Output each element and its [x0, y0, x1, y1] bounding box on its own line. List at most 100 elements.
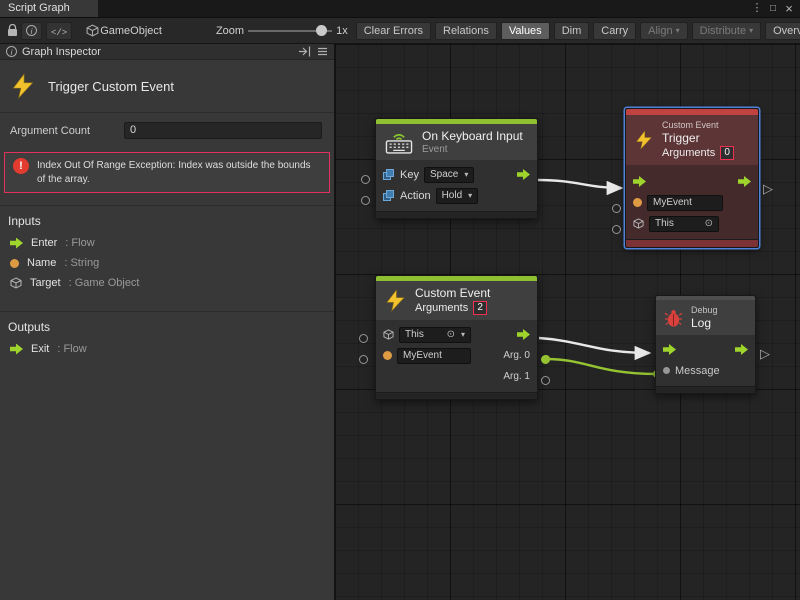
target-dropdown[interactable]: This⊙ [399, 327, 471, 343]
node-on-keyboard-input[interactable]: On Keyboard Input Event Key Space Action… [375, 118, 538, 219]
key-dropdown[interactable]: Space [424, 167, 474, 183]
carry-button[interactable]: Carry [593, 22, 636, 40]
target-row: This⊙ [626, 213, 758, 234]
flow-output-port[interactable] [735, 344, 748, 355]
message-port-icon[interactable] [663, 367, 670, 374]
node-trigger-custom-event[interactable]: Custom Event Trigger Arguments 0 MyEvent [625, 108, 759, 248]
node-kicker: Debug [691, 305, 718, 315]
key-value-port[interactable] [361, 175, 370, 184]
port-row-exit: Exit : Flow [10, 343, 324, 355]
tab-label: Script Graph [8, 2, 70, 14]
align-dropdown[interactable]: Align [640, 22, 687, 40]
zoom-label: Zoom [216, 25, 244, 37]
event-name-field[interactable]: MyEvent [397, 348, 471, 364]
action-label: Action [400, 190, 431, 202]
target-picker-icon[interactable]: ⊙ [447, 328, 455, 342]
node-debug-log[interactable]: Debug Log Message [655, 295, 756, 394]
flow-input-port[interactable] [663, 344, 676, 355]
arguments-count-field[interactable]: 2 [473, 301, 487, 315]
arguments-label: Arguments [662, 147, 715, 159]
port-type: : Game Object [69, 277, 140, 289]
debug-run-indicator[interactable] [760, 347, 770, 360]
bug-icon [664, 308, 683, 328]
flow-output-port[interactable] [738, 176, 751, 187]
inspector-toggle-button[interactable] [21, 22, 42, 40]
arg1-label: Arg. 1 [503, 371, 530, 382]
gameobject-cube-icon [10, 277, 22, 289]
arguments-label: Arguments [415, 302, 468, 314]
inspector-node-title-row: Trigger Custom Event [0, 60, 334, 113]
string-port-icon[interactable] [383, 351, 392, 360]
clear-errors-button[interactable]: Clear Errors [356, 22, 431, 40]
zoom-slider-knob[interactable] [316, 25, 327, 36]
values-button[interactable]: Values [501, 22, 550, 40]
flow-arrow-icon [10, 344, 23, 355]
gameobject-cube-icon[interactable] [383, 329, 394, 340]
port-name: Exit [31, 343, 49, 355]
message-row: Message [656, 360, 755, 381]
argument-count-label: Argument Count [10, 125, 90, 137]
zoom-slider[interactable] [248, 22, 332, 40]
node-footer [656, 386, 755, 393]
action-value-port[interactable] [361, 196, 370, 205]
distribute-dropdown[interactable]: Distribute [692, 22, 761, 40]
keyboard-input-icon [384, 131, 414, 154]
code-view-button[interactable] [46, 22, 72, 40]
argument-count-input[interactable]: 0 [124, 122, 322, 139]
string-port-icon[interactable] [633, 198, 642, 207]
trigger-name-port[interactable] [612, 204, 621, 213]
node-custom-event[interactable]: Custom Event Arguments 2 This⊙ MyEvent [375, 275, 538, 400]
event-name-field[interactable]: MyEvent [647, 195, 723, 211]
error-message-text: Index Out Of Range Exception: Index was … [37, 158, 321, 187]
node-body: This⊙ MyEvent Arg. 0 Arg. 1 [376, 320, 537, 392]
zoom-value: 1x [336, 25, 348, 37]
customevent-target-port[interactable] [359, 334, 368, 343]
dock-icon[interactable] [299, 46, 311, 57]
trigger-target-port[interactable] [612, 225, 621, 234]
relations-button[interactable]: Relations [435, 22, 497, 40]
arg0-output-port[interactable] [541, 355, 550, 364]
string-port-icon [10, 259, 19, 268]
close-icon[interactable] [781, 1, 797, 16]
customevent-name-port[interactable] [359, 355, 368, 364]
flow-row [626, 171, 758, 192]
trigger-output-port[interactable] [517, 169, 530, 180]
target-field[interactable]: This⊙ [649, 216, 719, 232]
arguments-count-field[interactable]: 0 [720, 146, 734, 160]
gameobject-cube-icon[interactable] [633, 218, 644, 229]
code-icon [51, 22, 67, 40]
port-name: Enter [31, 237, 57, 249]
dim-button[interactable]: Dim [554, 22, 590, 40]
node-footer [626, 239, 758, 247]
panel-menu-icon[interactable] [317, 46, 328, 57]
target-picker-icon[interactable]: ⊙ [705, 217, 713, 231]
graph-canvas[interactable]: On Keyboard Input Event Key Space Action… [335, 44, 800, 600]
node-header: Custom Event Trigger Arguments 0 [626, 115, 758, 165]
inspector-header: Graph Inspector [0, 44, 334, 60]
window-menu-icon[interactable] [749, 1, 765, 16]
inputs-header: Inputs [8, 214, 326, 228]
port-row-enter: Enter : Flow [10, 237, 324, 249]
window-controls [749, 0, 800, 17]
action-dropdown[interactable]: Hold [436, 188, 479, 204]
flow-output-port[interactable] [517, 329, 530, 340]
port-name: Name [27, 257, 56, 269]
trigger-run-indicator[interactable] [763, 182, 773, 195]
maximize-icon[interactable] [765, 1, 781, 16]
info-icon [6, 46, 17, 57]
action-type-icon [383, 190, 395, 202]
node-subtitle: Event [422, 144, 523, 155]
node-footer [376, 211, 537, 218]
lock-icon[interactable] [3, 22, 21, 40]
arg1-output-port[interactable] [541, 376, 550, 385]
tab-script-graph[interactable]: Script Graph [0, 0, 98, 17]
flow-input-port[interactable] [633, 176, 646, 187]
gameobject-label[interactable]: GameObject [100, 25, 162, 37]
overview-button[interactable]: Overview [765, 22, 800, 40]
flow-row [656, 339, 755, 360]
inputs-section: Inputs Enter : Flow Name : String Target… [0, 205, 334, 299]
lightning-bolt-icon [384, 289, 407, 312]
inspector-header-title: Graph Inspector [22, 46, 101, 58]
info-icon [26, 25, 37, 36]
outputs-header: Outputs [8, 320, 326, 334]
